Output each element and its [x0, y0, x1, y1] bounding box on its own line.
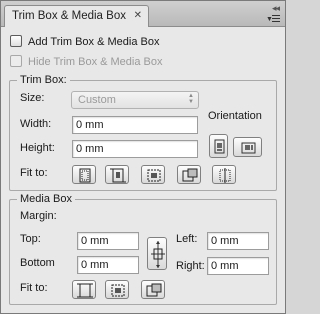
- collapse-icon[interactable]: ◂◂: [272, 3, 280, 14]
- trim-box-legend: Trim Box:: [20, 74, 67, 86]
- bottom-label: Bottom: [20, 257, 55, 269]
- landscape-icon[interactable]: [233, 137, 262, 157]
- add-trim-media-label: Add Trim Box & Media Box: [28, 36, 160, 48]
- close-icon[interactable]: ✕: [134, 10, 142, 21]
- panel-tab[interactable]: Trim Box & Media Box ✕: [4, 5, 149, 27]
- fit-custom-icon[interactable]: [212, 165, 236, 184]
- top-label: Top:: [20, 233, 41, 245]
- hide-trim-media-checkbox[interactable]: [10, 55, 22, 67]
- height-input[interactable]: 0 mm: [72, 140, 198, 158]
- bottom-input[interactable]: 0 mm: [77, 256, 139, 274]
- panel-menu-icon[interactable]: ▼: [266, 14, 280, 24]
- panel-titlebar: Trim Box & Media Box ✕ ◂◂ ▼: [1, 1, 285, 27]
- top-input[interactable]: 0 mm: [77, 232, 139, 250]
- add-trim-media-checkbox[interactable]: [10, 35, 22, 47]
- media-box-legend: Media Box: [20, 193, 72, 205]
- left-input[interactable]: 0 mm: [207, 232, 269, 250]
- menu-lines-icon: [272, 15, 280, 23]
- portrait-icon[interactable]: [209, 134, 228, 158]
- width-label: Width:: [20, 118, 52, 130]
- select-stepper-icon: ▲ ▼: [188, 93, 194, 105]
- media-fit-label: Fit to:: [20, 282, 48, 294]
- fit-bleed-icon[interactable]: [141, 165, 165, 184]
- right-label: Right:: [176, 260, 205, 272]
- size-select[interactable]: Custom ▲ ▼: [71, 91, 199, 109]
- fit-selection-icon[interactable]: [177, 165, 201, 184]
- link-margins-icon[interactable]: [147, 237, 167, 270]
- trim-fit-label: Fit to:: [20, 167, 48, 179]
- width-input[interactable]: 0 mm: [72, 116, 198, 134]
- height-label: Height:: [20, 142, 55, 154]
- fit-margins-icon[interactable]: [105, 280, 129, 299]
- size-select-value: Custom: [78, 94, 116, 106]
- fit-margins-icon[interactable]: [105, 165, 129, 184]
- panel-tab-title: Trim Box & Media Box: [12, 10, 126, 22]
- hide-trim-media-label: Hide Trim Box & Media Box: [28, 56, 163, 68]
- margin-label: Margin:: [20, 210, 57, 222]
- trim-media-box-panel: Trim Box & Media Box ✕ ◂◂ ▼ Add Trim Box…: [0, 0, 286, 314]
- fit-selection-icon[interactable]: [141, 280, 165, 299]
- orientation-label: Orientation: [208, 110, 262, 122]
- fit-page-icon[interactable]: [72, 280, 96, 299]
- fit-page-icon[interactable]: [72, 165, 96, 184]
- left-label: Left:: [176, 233, 198, 245]
- size-label: Size:: [20, 92, 45, 104]
- right-input[interactable]: 0 mm: [207, 257, 269, 275]
